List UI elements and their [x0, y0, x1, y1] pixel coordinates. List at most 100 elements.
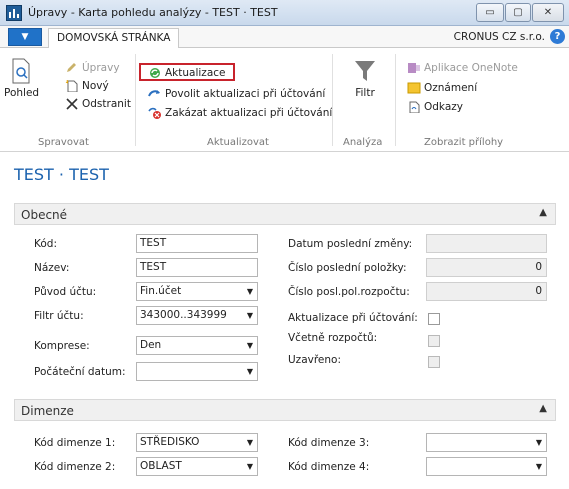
fasttab-general[interactable]: Obecné ▲: [14, 203, 556, 225]
account-source-select[interactable]: Fin.účet ▼: [136, 282, 258, 301]
chevron-down-icon[interactable]: ▼: [247, 434, 253, 451]
chevron-down-icon[interactable]: ▼: [247, 307, 253, 324]
link-document-icon: [409, 101, 420, 113]
dimension-3-select[interactable]: ▼: [426, 433, 547, 452]
chevron-down-icon[interactable]: ▼: [247, 283, 253, 300]
chevron-up-icon[interactable]: ▲: [539, 403, 547, 414]
account-source-value: Fin.účet: [140, 285, 182, 297]
group-label-attachments: Zobrazit přílohy: [424, 137, 504, 148]
app-icon: [6, 5, 22, 21]
dimension-2-value: OBLAST: [140, 460, 182, 472]
refresh-icon: [150, 68, 160, 78]
view-button[interactable]: Pohled: [4, 58, 40, 99]
disable-update-label: Zakázat aktualizaci při účtování: [165, 107, 333, 119]
close-button[interactable]: ✕: [532, 3, 564, 22]
chevron-up-icon[interactable]: ▲: [539, 207, 547, 218]
chevron-down-icon[interactable]: ▼: [247, 337, 253, 354]
company-name: CRONUS CZ s.r.o.: [453, 31, 545, 43]
enable-update-label: Povolit aktualizaci při účtování: [165, 88, 326, 100]
include-budgets-label: Včetně rozpočtů:: [288, 332, 378, 344]
ribbon-tab-row: ▼ DOMOVSKÁ STRÁNKA CRONUS CZ s.r.o. ?: [0, 26, 569, 49]
dimension-1-label: Kód dimenze 1:: [34, 437, 116, 449]
account-filter-label: Filtr účtu:: [34, 310, 84, 322]
dimension-4-select[interactable]: ▼: [426, 457, 547, 476]
update-on-posting-checkbox[interactable]: [428, 313, 440, 325]
disable-update-button[interactable]: Zakázat aktualizaci při účtování: [148, 107, 332, 119]
edit-button[interactable]: Úpravy: [65, 62, 120, 74]
compression-label: Komprese:: [34, 340, 90, 352]
new-button[interactable]: Nový: [65, 80, 109, 92]
window-title: Úpravy - Karta pohledu analýzy - TEST · …: [28, 6, 278, 19]
delete-label: Odstranit: [82, 98, 131, 110]
last-entry-label: Číslo poslední položky:: [288, 262, 407, 274]
code-label: Kód:: [34, 238, 57, 250]
last-changed-field: [426, 234, 547, 253]
dimension-3-label: Kód dimenze 3:: [288, 437, 370, 449]
group-label-manage: Spravovat: [38, 137, 89, 148]
compression-select[interactable]: Den ▼: [136, 336, 258, 355]
onenote-button[interactable]: Aplikace OneNote: [407, 62, 518, 74]
include-budgets-checkbox[interactable]: [428, 335, 440, 347]
dimension-2-label: Kód dimenze 2:: [34, 461, 116, 473]
blocked-checkbox[interactable]: [428, 356, 440, 368]
enable-update-button[interactable]: Povolit aktualizaci při účtování: [148, 88, 325, 100]
links-button[interactable]: Odkazy: [407, 101, 463, 113]
last-entry-field: 0: [426, 258, 547, 277]
chevron-down-icon[interactable]: ▼: [536, 458, 542, 475]
links-label: Odkazy: [424, 101, 463, 113]
fasttab-dimensions-caption: Dimenze: [21, 404, 74, 418]
delete-button[interactable]: Odstranit: [65, 98, 131, 110]
account-filter-field[interactable]: 343000..343999 ▼: [136, 306, 258, 325]
name-field[interactable]: TEST: [136, 258, 258, 277]
card-page: TEST · TEST Obecné ▲ Kód: TEST Název: TE…: [0, 152, 569, 489]
last-changed-label: Datum poslední změny:: [288, 238, 413, 250]
arrow-icon: [148, 90, 160, 97]
page-title: TEST · TEST: [14, 165, 109, 184]
last-budget-entry-label: Číslo posl.pol.rozpočtu:: [288, 286, 410, 298]
maximize-button[interactable]: ▢: [505, 3, 531, 22]
filter-label: Filtr: [355, 87, 375, 99]
account-filter-value: 343000..343999: [140, 309, 227, 321]
group-label-analysis: Analýza: [343, 137, 383, 148]
funnel-icon: [355, 61, 375, 81]
tab-home[interactable]: DOMOVSKÁ STRÁNKA: [48, 28, 180, 49]
note-icon: [407, 82, 421, 94]
ribbon-separator: [395, 54, 396, 146]
chevron-down-icon[interactable]: ▼: [247, 458, 253, 475]
start-date-label: Počáteční datum:: [34, 366, 126, 378]
notes-button[interactable]: Oznámení: [407, 82, 477, 94]
ribbon: Pohled Úpravy Nový Odstranit Spravovat A…: [0, 48, 569, 152]
disable-icon: [148, 107, 161, 119]
delete-x-icon: [66, 98, 78, 110]
new-label: Nový: [82, 80, 109, 92]
minimize-button[interactable]: ▭: [476, 3, 504, 22]
help-icon[interactable]: ?: [550, 29, 565, 44]
onenote-icon: [408, 63, 420, 73]
update-on-posting-label: Aktualizace při účtování:: [288, 312, 418, 324]
update-label: Aktualizace: [165, 67, 226, 79]
document-view-icon: [12, 58, 30, 84]
account-source-label: Původ účtu:: [34, 286, 97, 298]
edit-label: Úpravy: [82, 62, 120, 74]
view-label: Pohled: [4, 87, 40, 99]
notes-label: Oznámení: [424, 82, 478, 94]
dimension-1-select[interactable]: STŘEDISKO ▼: [136, 433, 258, 452]
blocked-label: Uzavřeno:: [288, 354, 342, 366]
code-field[interactable]: TEST: [136, 234, 258, 253]
chevron-down-icon[interactable]: ▼: [247, 363, 253, 380]
app-menu-button[interactable]: ▼: [8, 28, 42, 46]
dimension-4-label: Kód dimenze 4:: [288, 461, 370, 473]
dimension-2-select[interactable]: OBLAST ▼: [136, 457, 258, 476]
start-date-field[interactable]: ▼: [136, 362, 258, 381]
last-budget-entry-field: 0: [426, 282, 547, 301]
update-button[interactable]: Aktualizace: [148, 67, 225, 79]
group-label-update: Aktualizovat: [207, 137, 269, 148]
filter-button[interactable]: Filtr: [342, 58, 388, 99]
new-document-icon: [65, 80, 78, 92]
fasttab-dimensions[interactable]: Dimenze ▲: [14, 399, 556, 421]
compression-value: Den: [140, 339, 162, 351]
dimension-1-value: STŘEDISKO: [140, 436, 200, 448]
onenote-label: Aplikace OneNote: [424, 62, 518, 74]
chevron-down-icon[interactable]: ▼: [536, 434, 542, 451]
name-label: Název:: [34, 262, 70, 274]
